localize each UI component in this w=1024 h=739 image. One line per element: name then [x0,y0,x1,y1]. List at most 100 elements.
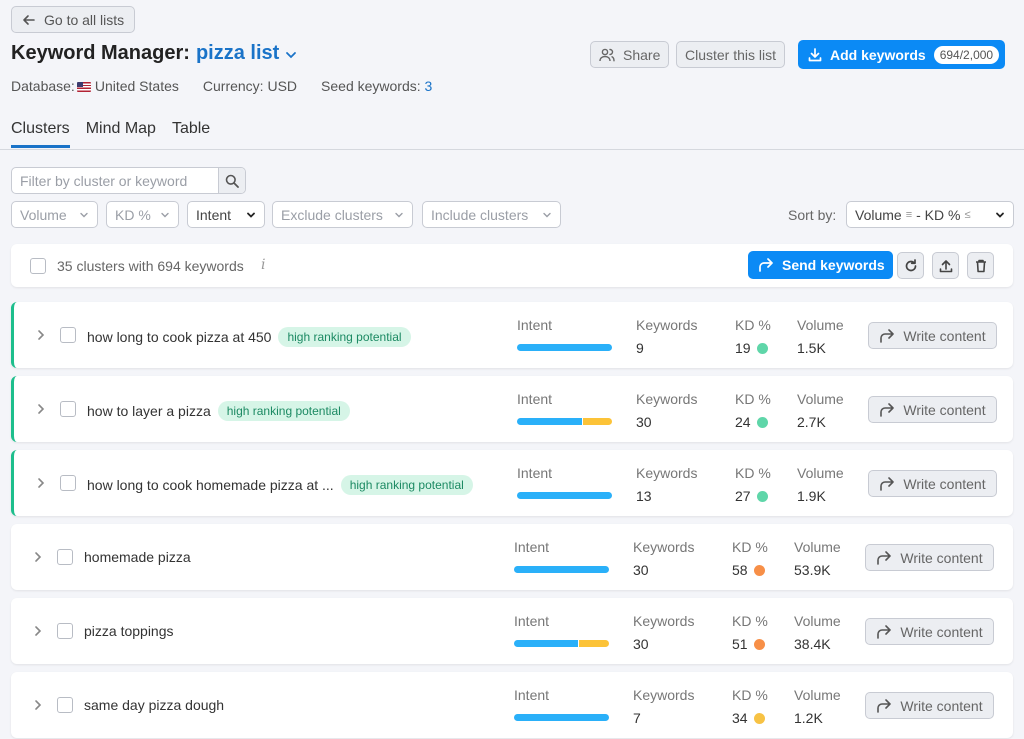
intent-informational-segment [517,492,612,499]
arrow-left-icon [23,14,35,25]
chevron-down-icon [543,212,551,217]
share-arrow-icon [880,328,895,343]
currency-info: Currency: USD [202,78,298,94]
chevron-right-icon[interactable] [36,477,46,489]
volume-label: Volume [794,613,841,629]
trash-icon [975,259,986,272]
keywords-label: Keywords [633,539,695,555]
kd-filter-dropdown[interactable]: KD % [106,201,179,228]
exclude-clusters-dropdown[interactable]: Exclude clusters [272,201,413,228]
clusters-summary-bar: 35 clusters with 694 keywords i Send key… [11,244,1013,287]
list-name-dropdown[interactable]: pizza list [196,42,279,65]
keywords-label: Keywords [633,687,695,703]
send-keywords-button[interactable]: Send keywords [748,251,893,279]
kd-label: KD % [732,687,768,703]
list-meta: Database: United States Currency: USD See… [11,78,432,94]
seed-keywords-link[interactable]: 3 [425,78,433,94]
add-keywords-button[interactable]: Add keywords 694/2,000 [798,40,1006,69]
sort-dropdown[interactable]: Volume ≡ - KD % ≤ [846,201,1014,228]
cluster-checkbox[interactable] [60,401,76,417]
cluster-checkbox[interactable] [57,697,73,713]
cluster-row[interactable]: same day pizza dough Intent Keywords 7 K… [11,672,1013,738]
share-arrow-icon [877,698,892,713]
intent-informational-segment [514,566,609,573]
intent-label: Intent [514,539,550,555]
volume-filter-dropdown[interactable]: Volume [11,201,98,228]
seed-keywords-info: Seed keywords: 3 [321,78,433,94]
write-content-button[interactable]: Write content [868,470,997,497]
intent-bar [517,492,612,499]
chevron-right-icon[interactable] [36,403,46,415]
chevron-down-icon [247,212,255,218]
cluster-name[interactable]: homemade pizza [84,549,191,565]
write-content-button[interactable]: Write content [865,544,994,571]
chevron-down-icon [395,212,403,217]
volume-value: 1.2K [794,710,823,726]
chevron-right-icon[interactable] [33,699,43,711]
intent-label: Intent [514,687,550,703]
write-content-button[interactable]: Write content [868,322,997,349]
volume-label: Volume [797,317,844,333]
cluster-name-text: how long to cook pizza at 450 [87,329,272,345]
kd-difficulty-dot [753,638,765,650]
refresh-button[interactable] [897,252,924,279]
filter-input[interactable] [12,168,218,193]
keywords-count: 30 [633,636,649,652]
volume-value: 38.4K [794,636,831,652]
write-content-button[interactable]: Write content [865,692,994,719]
write-content-button[interactable]: Write content [868,396,997,423]
share-button[interactable]: Share [590,41,670,68]
ranking-potential-badge: high ranking potential [278,327,411,347]
delete-button[interactable] [967,252,994,279]
cluster-row[interactable]: how long to cook homemade pizza at ... h… [11,450,1013,516]
cluster-row[interactable]: pizza toppings Intent Keywords 30 KD % 5… [11,598,1013,664]
users-icon [599,48,615,61]
share-arrow-icon [877,550,892,565]
write-content-button[interactable]: Write content [865,618,994,645]
cluster-row[interactable]: homemade pizza Intent Keywords 30 KD % 5… [11,524,1013,590]
cluster-checkbox[interactable] [60,475,76,491]
kd-label: KD % [732,539,768,555]
tab-clusters[interactable]: Clusters [11,120,70,148]
intent-informational-segment [517,344,612,351]
search-icon [225,174,239,188]
back-to-lists-button[interactable]: Go to all lists [11,6,136,33]
tab-mind-map[interactable]: Mind Map [86,120,156,148]
keywords-count: 13 [636,488,652,504]
page-title: Keyword Manager: pizza list [11,42,297,65]
intent-filter-dropdown[interactable]: Intent [187,201,265,228]
cluster-name[interactable]: pizza toppings [84,623,174,639]
cluster-name[interactable]: how long to cook homemade pizza at ... h… [87,475,473,495]
chevron-right-icon[interactable] [36,329,46,341]
cluster-checkbox[interactable] [57,549,73,565]
chevron-right-icon[interactable] [33,625,43,637]
download-icon [808,47,822,61]
search-button[interactable] [218,168,245,193]
cluster-name-text: homemade pizza [84,549,191,565]
volume-label: Volume [794,687,841,703]
chevron-right-icon[interactable] [33,551,43,563]
keywords-count: 30 [633,562,649,578]
cluster-row[interactable]: how to layer a pizza high ranking potent… [11,376,1013,442]
cluster-name[interactable]: same day pizza dough [84,697,224,713]
intent-bar [514,566,609,573]
database-info: Database: United States [11,78,179,94]
tab-table[interactable]: Table [172,120,210,148]
volume-label: Volume [797,391,844,407]
kd-difficulty-dot [756,416,768,428]
kd-label: KD % [735,465,771,481]
cluster-name-text: how to layer a pizza [87,403,211,419]
cluster-name[interactable]: how long to cook pizza at 450 high ranki… [87,327,411,347]
intent-bar [517,418,612,425]
chevron-down-icon[interactable] [285,49,297,61]
info-icon[interactable]: i [261,257,265,273]
cluster-name[interactable]: how to layer a pizza high ranking potent… [87,401,350,421]
include-clusters-dropdown[interactable]: Include clusters [422,201,561,228]
export-button[interactable] [932,252,959,279]
cluster-checkbox[interactable] [60,327,76,343]
kd-label: KD % [732,613,768,629]
select-all-checkbox[interactable] [30,258,46,274]
cluster-list-button[interactable]: Cluster this list [676,41,786,68]
cluster-checkbox[interactable] [57,623,73,639]
cluster-row[interactable]: how long to cook pizza at 450 high ranki… [11,302,1013,368]
